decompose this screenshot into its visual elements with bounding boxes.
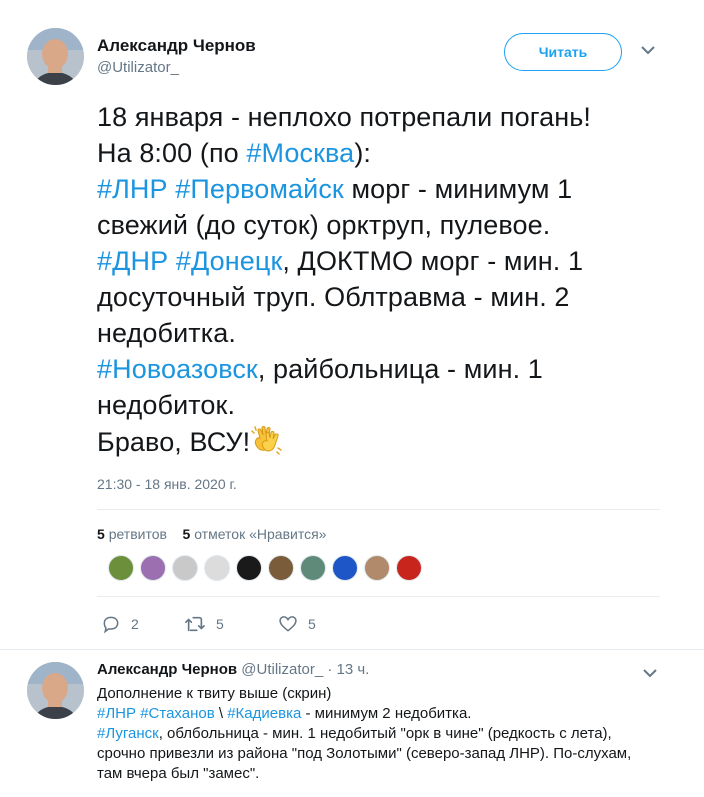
author-avatar[interactable] [27, 28, 84, 85]
engagement-stats: 5 ретвитов 5 отметок «Нравится» [97, 526, 326, 542]
text-segment: 18 января - неплохо потрепали погань! [97, 102, 591, 132]
hashtag-link[interactable]: #Первомайск [175, 174, 344, 204]
text-line: Дополнение к твиту выше (скрин) [97, 684, 697, 704]
text-line: #ЛНР #Стаханов \ #Кадиевка - минимум 2 н… [97, 704, 697, 724]
portrait-avatar[interactable] [364, 555, 390, 581]
tweet-timestamp[interactable]: 21:30 - 18 янв. 2020 г. [97, 476, 237, 492]
reply-author-handle[interactable]: @Utilizator_ [241, 661, 323, 678]
text-segment: Браво, ВСУ! [97, 427, 251, 457]
text-segment: На 8:00 (по [97, 138, 247, 168]
text-line: #ЛНР #Первомайск морг - минимум 1 [97, 171, 697, 207]
reply-time[interactable]: · 13 ч. [327, 661, 369, 678]
text-line: #Новоазовск, райбольница - мин. 1 [97, 351, 697, 387]
text-segment: ): [354, 138, 372, 168]
reply-chevron-down-icon[interactable] [642, 666, 658, 682]
text-segment: \ [214, 705, 228, 722]
text-segment: свежий (до суток) орктруп, пулевое. [97, 210, 551, 240]
like-action[interactable]: 5 [278, 614, 316, 634]
hashtag-link[interactable]: #ЛНР [97, 174, 168, 204]
hashtag-link[interactable]: #Москва [246, 138, 354, 168]
like-count: 5 [308, 616, 316, 632]
divider [0, 649, 704, 650]
author-handle[interactable]: @Utilizator_ [97, 59, 179, 76]
text-segment: , райбольница - мин. 1 [257, 354, 543, 384]
retweet-count: 5 [216, 616, 224, 632]
reply-author-name[interactable]: Александр Чернов [97, 661, 237, 678]
likers-avatars [108, 555, 422, 581]
heart-icon [279, 616, 297, 632]
text-segment: срочно привезли из района "под Золотыми"… [97, 745, 632, 762]
retweets-count[interactable]: 5 [97, 526, 105, 542]
text-segment: , облбольница - мин. 1 недобитый "орк в … [158, 725, 612, 742]
text-line: недобиток. [97, 387, 697, 423]
text-segment: там вчера был "замес". [97, 765, 260, 782]
reply-icon [103, 616, 119, 634]
text-segment: недобитка. [97, 318, 236, 348]
follow-button[interactable]: Читать [504, 33, 622, 71]
tweet-text: 18 января - неплохо потрепали погань! На … [97, 99, 697, 460]
clapping-hands-icon [250, 423, 284, 457]
trident-avatar[interactable] [332, 555, 358, 581]
hashtag-link[interactable]: #Донецк [176, 246, 283, 276]
text-segment: недобиток. [97, 390, 236, 420]
text-segment [168, 246, 176, 276]
reply-count: 2 [131, 616, 139, 632]
reply-tweet-text: Дополнение к твиту выше (скрин) #ЛНР #Ста… [97, 684, 697, 784]
portrait-avatar[interactable] [204, 555, 230, 581]
text-line: #Луганск, облбольница - мин. 1 недобитый… [97, 724, 697, 744]
likes-count[interactable]: 5 [183, 526, 191, 542]
reply-author-avatar[interactable] [27, 662, 84, 719]
retweets-label[interactable]: ретвитов [109, 526, 167, 542]
text-line: досуточный труп. Облтравма - мин. 2 [97, 279, 697, 315]
retweet-icon [185, 616, 205, 632]
chevron-down-icon[interactable] [640, 43, 656, 59]
reply-action[interactable]: 2 [101, 614, 139, 634]
text-line: На 8:00 (по #Москва): [97, 135, 697, 171]
retweet-action[interactable]: 5 [184, 614, 224, 634]
author-name[interactable]: Александр Чернов [97, 36, 256, 56]
text-line: #ДНР #Донецк, ДОКТМО морг - мин. 1 [97, 243, 697, 279]
divider [97, 596, 660, 597]
hashtag-link[interactable]: #ЛНР [97, 705, 136, 722]
text-line: недобитка. [97, 315, 697, 351]
text-line: Браво, ВСУ! [97, 423, 697, 460]
landscape-avatar[interactable] [108, 555, 134, 581]
emblem-avatar[interactable] [396, 555, 422, 581]
hashtag-link[interactable]: #Новоазовск [97, 354, 258, 384]
text-line: свежий (до суток) орктруп, пулевое. [97, 207, 697, 243]
text-segment: , ДОКТМО морг - мин. 1 [282, 246, 584, 276]
text-segment: Дополнение к твиту выше (скрин) [97, 685, 332, 702]
text-line: 18 января - неплохо потрепали погань! [97, 99, 697, 135]
bird-avatar[interactable] [300, 555, 326, 581]
hashtag-link[interactable]: #ДНР [97, 246, 168, 276]
portrait-avatar[interactable] [140, 555, 166, 581]
reply-header: Александр Чернов @Utilizator_ · 13 ч. [97, 661, 369, 678]
emblem-avatar[interactable] [172, 555, 198, 581]
hashtag-link[interactable]: #Кадиевка [227, 705, 301, 722]
text-segment: морг - минимум 1 [343, 174, 573, 204]
portrait-avatar[interactable] [268, 555, 294, 581]
text-segment: - минимум 2 недобитка. [301, 705, 472, 722]
text-line: срочно привезли из района "под Золотыми"… [97, 744, 697, 764]
hashtag-link[interactable]: #Луганск [97, 725, 159, 742]
likes-label[interactable]: отметок «Нравится» [194, 526, 326, 542]
text-segment: досуточный труп. Облтравма - мин. 2 [97, 282, 570, 312]
star-avatar[interactable] [236, 555, 262, 581]
hashtag-link[interactable]: #Стаханов [140, 705, 215, 722]
text-line: там вчера был "замес". [97, 764, 697, 784]
divider [97, 509, 660, 510]
